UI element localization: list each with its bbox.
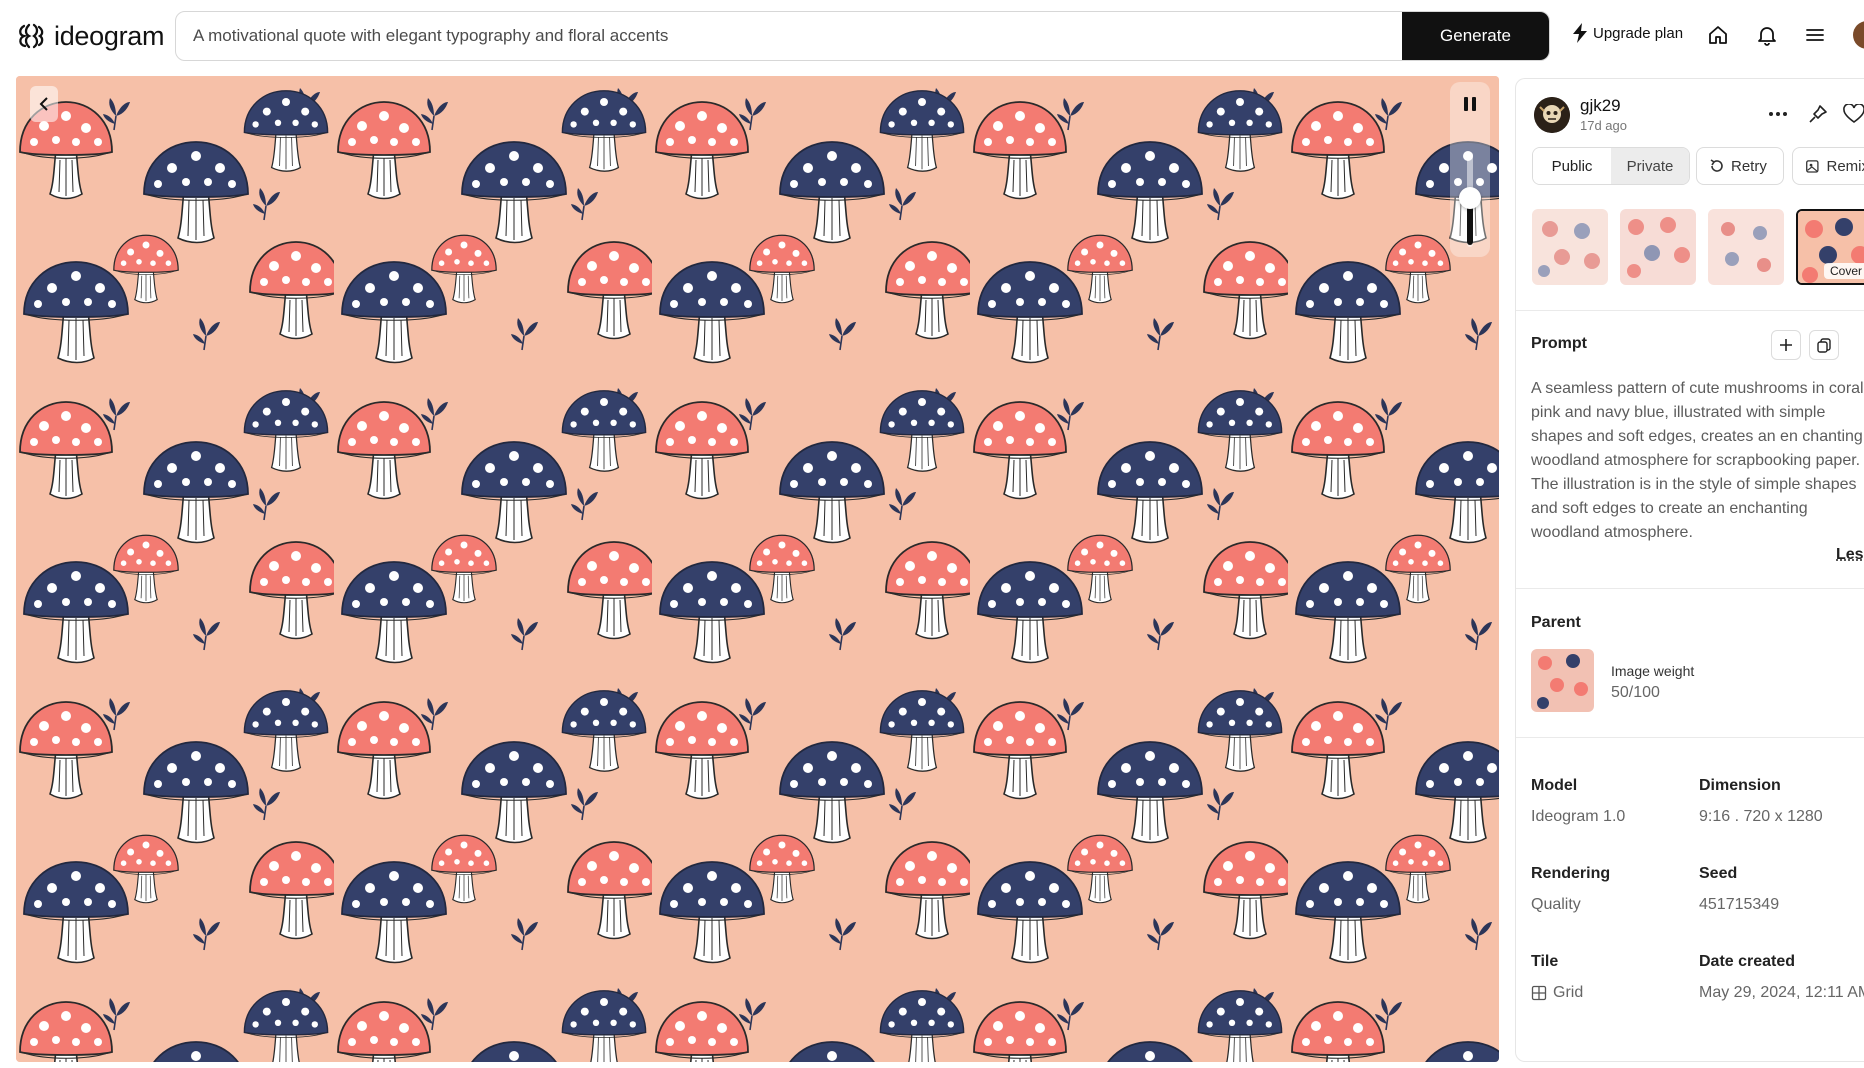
prompt-text: A seamless pattern of cute mushrooms in … [1531,377,1864,545]
upgrade-plan-label: Upgrade plan [1593,25,1683,42]
cover-thumbnail[interactable]: Cover [1796,209,1864,285]
retry-icon [1709,158,1725,174]
model-value: Ideogram 1.0 [1531,808,1625,826]
author-avatar[interactable] [1534,97,1570,133]
image-weight-value: 50/100 [1611,684,1660,702]
generate-button[interactable]: Generate [1402,12,1549,60]
copy-prompt-button[interactable] [1809,330,1839,360]
plus-icon [1778,337,1794,353]
tile-value: Grid [1553,984,1583,1002]
date-created-label: Date created [1699,953,1795,971]
remix-label: Remix [1826,158,1864,175]
user-avatar[interactable] [1853,21,1864,49]
image-weight-label: Image weight [1611,663,1694,679]
public-option[interactable]: Public [1533,148,1611,184]
bell-icon[interactable] [1754,22,1780,48]
top-bar: ideogram Generate Upgrade plan [0,0,1864,72]
rendering-value: Quality [1531,896,1581,914]
parent-title: Parent [1531,614,1581,632]
chevron-left-icon [38,96,50,112]
copy-icon [1816,337,1832,353]
remix-icon [1805,157,1820,175]
speed-slider-handle[interactable] [1459,187,1481,209]
logo-text: ideogram [54,21,164,52]
parent-thumbnail[interactable] [1531,649,1594,712]
mushroom-pattern-image [16,76,1499,1062]
prompt-title: Prompt [1531,335,1587,353]
logo[interactable]: ideogram [16,18,164,54]
post-time: 17d ago [1580,118,1627,133]
cover-label: Cover [1824,263,1864,279]
rendering-label: Rendering [1531,865,1610,883]
tile-label: Tile [1531,953,1558,971]
pin-icon[interactable] [1805,101,1831,127]
pause-icon[interactable] [1462,96,1478,112]
previous-image-button[interactable] [30,86,58,122]
divider [1516,588,1864,589]
model-label: Model [1531,777,1577,795]
seed-value: 451715349 [1699,896,1779,914]
ideogram-logo-icon [16,21,46,51]
retry-label: Retry [1731,158,1767,175]
prompt-input[interactable] [176,12,1402,60]
menu-icon[interactable] [1802,22,1828,48]
seed-label: Seed [1699,865,1737,883]
details-panel: gjk29 17d ago Public Private Retry Remix… [1515,78,1864,1062]
date-created-value: May 29, 2024, 12:11 AM [1699,984,1864,1002]
divider [1516,310,1864,311]
divider [1516,737,1864,738]
upgrade-plan-button[interactable]: Upgrade plan [1572,23,1683,43]
remix-button[interactable]: Remix [1792,147,1864,185]
more-options-icon[interactable] [1765,101,1791,127]
author-name[interactable]: gjk29 [1580,96,1621,116]
home-icon[interactable] [1705,22,1731,48]
private-option[interactable]: Private [1611,148,1689,184]
variant-thumbnail-3[interactable] [1708,209,1784,285]
generated-image[interactable] [16,76,1499,1062]
variant-thumbnail-2[interactable] [1620,209,1696,285]
prompt-bar: Generate [175,11,1550,61]
add-prompt-button[interactable] [1771,330,1801,360]
show-less-link[interactable]: Less [1836,546,1864,564]
heart-icon[interactable] [1841,101,1864,127]
retry-button[interactable]: Retry [1696,147,1784,185]
tile-value-row: Grid [1531,984,1583,1002]
visibility-toggle: Public Private [1532,147,1690,185]
variant-thumbnail-1[interactable] [1532,209,1608,285]
dimension-value: 9:16 . 720 x 1280 [1699,808,1823,826]
grid-icon [1531,985,1547,1001]
lightning-icon [1572,23,1588,43]
dimension-label: Dimension [1699,777,1781,795]
